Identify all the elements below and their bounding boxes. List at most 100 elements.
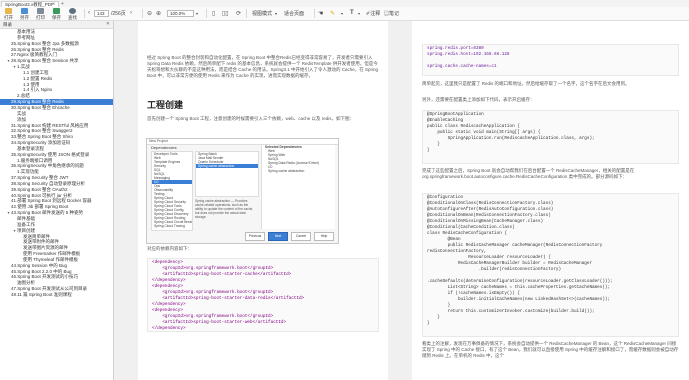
toc-item-label: 46.Spring Boot 开发测试的小技巧	[11, 274, 79, 280]
toc-item-label: 37.Spring Security 整合 JWT	[11, 175, 69, 181]
category-list: Developer Tools Web Template Engines Securi…	[151, 151, 193, 231]
toc-item-label: 34.SpringSecurity 添加验证码	[11, 140, 71, 146]
chevron-down-icon[interactable]: ▾	[341, 11, 343, 16]
view-mode-menu[interactable]: 视图模式	[252, 10, 272, 17]
zoom-in-icon[interactable]: ⊕	[156, 10, 161, 17]
toolbar-divider	[84, 9, 85, 18]
close-tab-icon[interactable]: ✕	[52, 1, 55, 6]
dialog-title: Dependencies	[151, 145, 177, 150]
dialog-cancel-button: Cancel	[291, 232, 311, 241]
toc-item[interactable]: 48.11 篇 Spring Boot 准则课程	[0, 292, 113, 298]
hand-tool-icon[interactable]: ☚	[318, 10, 323, 17]
close-icon[interactable]: ✕	[106, 21, 110, 28]
toc-header: 目录 ✕	[0, 21, 113, 29]
toc-item-label: 发送带附件的邮件	[23, 239, 59, 245]
fit-page-menu[interactable]: 适合页面	[284, 10, 304, 17]
toc-item-label: 1.实战	[17, 64, 30, 70]
intro-paragraph: 经过 Spring Boot 的整合封装和自动化配置，在 Spring Boot…	[147, 55, 379, 78]
toc-item-label: 42.使用 Jib 部署 Spring Boot	[11, 204, 69, 210]
double-page-icon[interactable]: ▯▯	[222, 10, 229, 17]
toc-list: 基本用法 参考网址 25.Spring Boot 整合 Jpa 多数据源 26.Spr…	[0, 29, 113, 298]
toc-item-label: 33.整合 Spring Boot 整合 Shiro	[11, 134, 74, 140]
toc-item-label: 26.Spring Boot 整合 Redis	[11, 46, 64, 52]
toc-item-label: 项目创建	[17, 227, 35, 233]
dialog-previous-button: Previous	[245, 232, 265, 241]
open-button[interactable]: 打开	[4, 8, 13, 21]
section-heading: 工程创建	[147, 100, 184, 110]
category-item: Spring Cloud Tracing	[154, 224, 185, 228]
selected-dependencies: Selected Dependencies Web Spring Web NoSQL…	[261, 145, 335, 229]
toc-item-label: 39.Spring Boot 整合 OAuth2	[11, 186, 68, 192]
next-page-icon[interactable]: ›	[130, 10, 132, 16]
toc-item-label: 36.SpringSecurity 中角色继承的问题	[11, 163, 84, 169]
toc-item-label: 使用 Freemarker 作邮件模板	[23, 251, 81, 257]
zoom-out-icon[interactable]: ⊖	[147, 10, 152, 17]
toc-item-label: 添加	[17, 116, 26, 122]
dialog-help-button: Help	[314, 232, 334, 241]
save-icon	[53, 8, 60, 14]
toc-item-label: 38.Spring Security 自动登录原理分析	[11, 180, 86, 186]
toolbar-divider	[142, 9, 143, 18]
toc-item-label: 47.Spring Boot 开发测试从公司到目录	[11, 286, 88, 292]
dependency-code-block: <dependency> <groupId>org.springframewor…	[147, 258, 379, 332]
page-number-input[interactable]: 143	[94, 9, 109, 17]
toc-title: 目录	[3, 22, 12, 27]
print-button[interactable]: 打印	[36, 8, 45, 21]
toc-item-label: 发送带图片资源的邮件	[23, 245, 68, 251]
save-as-icon	[21, 8, 28, 14]
toc-item-label: 准备工作	[17, 221, 35, 227]
toc-item-label: 油图分析	[17, 280, 35, 286]
page-total: /256页	[111, 11, 126, 17]
config-paragraph: 简单起见，这里我只是配置了 Redis 的端口和地址，然后给缓存取了一个名字，这…	[422, 81, 630, 86]
toc-item-label: 45.Spring Boot 2.2.0 中的 Bug	[11, 268, 72, 274]
toolbar-divider	[246, 9, 247, 18]
toc-item-label: 27.Nginx 极简教程入门	[11, 52, 58, 58]
toc-item-label: 35.SpringSecurity 使用 JSON 格式登录	[11, 151, 90, 157]
annotate-button[interactable]: ✐注释	[366, 10, 380, 17]
zoom-select[interactable]: 100.0%	[167, 9, 194, 17]
chevron-down-icon[interactable]: ▾	[275, 11, 277, 16]
toc-item-label: 实战	[17, 110, 26, 116]
toc-item-label: 1.4 引入 Nginx	[23, 87, 53, 93]
toc-item-label: 43.Spring Boot 邮件发送的 5 种姿势	[11, 210, 84, 216]
dependencies-dialog-image: New Project Dependencies Developer Tools…	[146, 138, 339, 244]
toc-item-label: 1.服务端接口调用	[17, 157, 53, 163]
deps-paragraph: 对应的依赖内容如下：	[147, 246, 192, 251]
toc-item-label: 参考网址	[17, 34, 35, 40]
rotate-icon[interactable]: ⟳	[236, 10, 241, 17]
chevron-down-icon[interactable]: ▾	[358, 11, 360, 16]
toc-item-label: 41.部署 Spring Boot 到远程 Docker 容器	[11, 198, 92, 204]
toc-item-label: 1.3 使用	[23, 81, 40, 87]
save-button[interactable]: 保存	[52, 8, 61, 21]
toc-item-label: 32.Spring Boot 整合 Swagger2	[11, 128, 73, 134]
single-page-icon[interactable]: ▯	[212, 10, 215, 17]
dependency-item: Spring cache abstraction	[196, 164, 258, 168]
toc-item-label: 2.总结	[17, 93, 30, 99]
autoconfig-paragraph: 完成了这些配置之后，Spring Boot 就会自动帮我们在后台配置一个 Red…	[422, 168, 635, 179]
chevron-down-icon[interactable]: ▾	[196, 11, 198, 16]
toc-item-label: 29.Spring Boot 整合 Redis	[11, 99, 64, 105]
toc-item-label: 邮件基础	[17, 216, 35, 221]
prev-page-icon[interactable]: ‹	[88, 10, 90, 16]
toc-item-label: 使用 Thymeleaf 作邮件模板	[23, 256, 79, 262]
summary-paragraph: 看类上的注解，发现在万事俱备的情况下，系统会自动提供一个 RedisCacheM…	[422, 341, 679, 358]
find-button[interactable]: 查找	[68, 8, 77, 21]
page-gutter	[114, 21, 138, 380]
toolbar-divider	[314, 9, 315, 18]
highlighter-icon[interactable]: ✎	[330, 10, 335, 17]
text-tool-icon[interactable]: T	[350, 10, 354, 16]
save-as-button[interactable]: 另存	[20, 8, 29, 21]
toc-item-label: 30.Spring Boot 整合 Ehcache	[11, 104, 70, 110]
dialog-next-button: Next	[268, 232, 288, 241]
toc-item-label: 基本登录流程	[17, 145, 44, 151]
cache-config-code-block: @Configuration @ConditionalOnClass(Redis…	[422, 193, 679, 337]
page-gutter	[388, 21, 412, 380]
toc-item-label: 基本用法	[17, 29, 35, 34]
pdf-page-right: spring.redis.port=6380 spring.redis.host…	[412, 21, 689, 380]
toc-item-label: 1.2 配置 Redis	[23, 75, 53, 81]
notes-button[interactable]: ▤笔记	[384, 10, 399, 17]
application-code-block: @SpringBootApplication @EnableCaching pu…	[422, 110, 679, 164]
properties-code-block: spring.redis.port=6380 spring.redis.host…	[422, 44, 679, 76]
toolbar-divider	[206, 9, 207, 18]
folder-icon	[5, 8, 12, 14]
